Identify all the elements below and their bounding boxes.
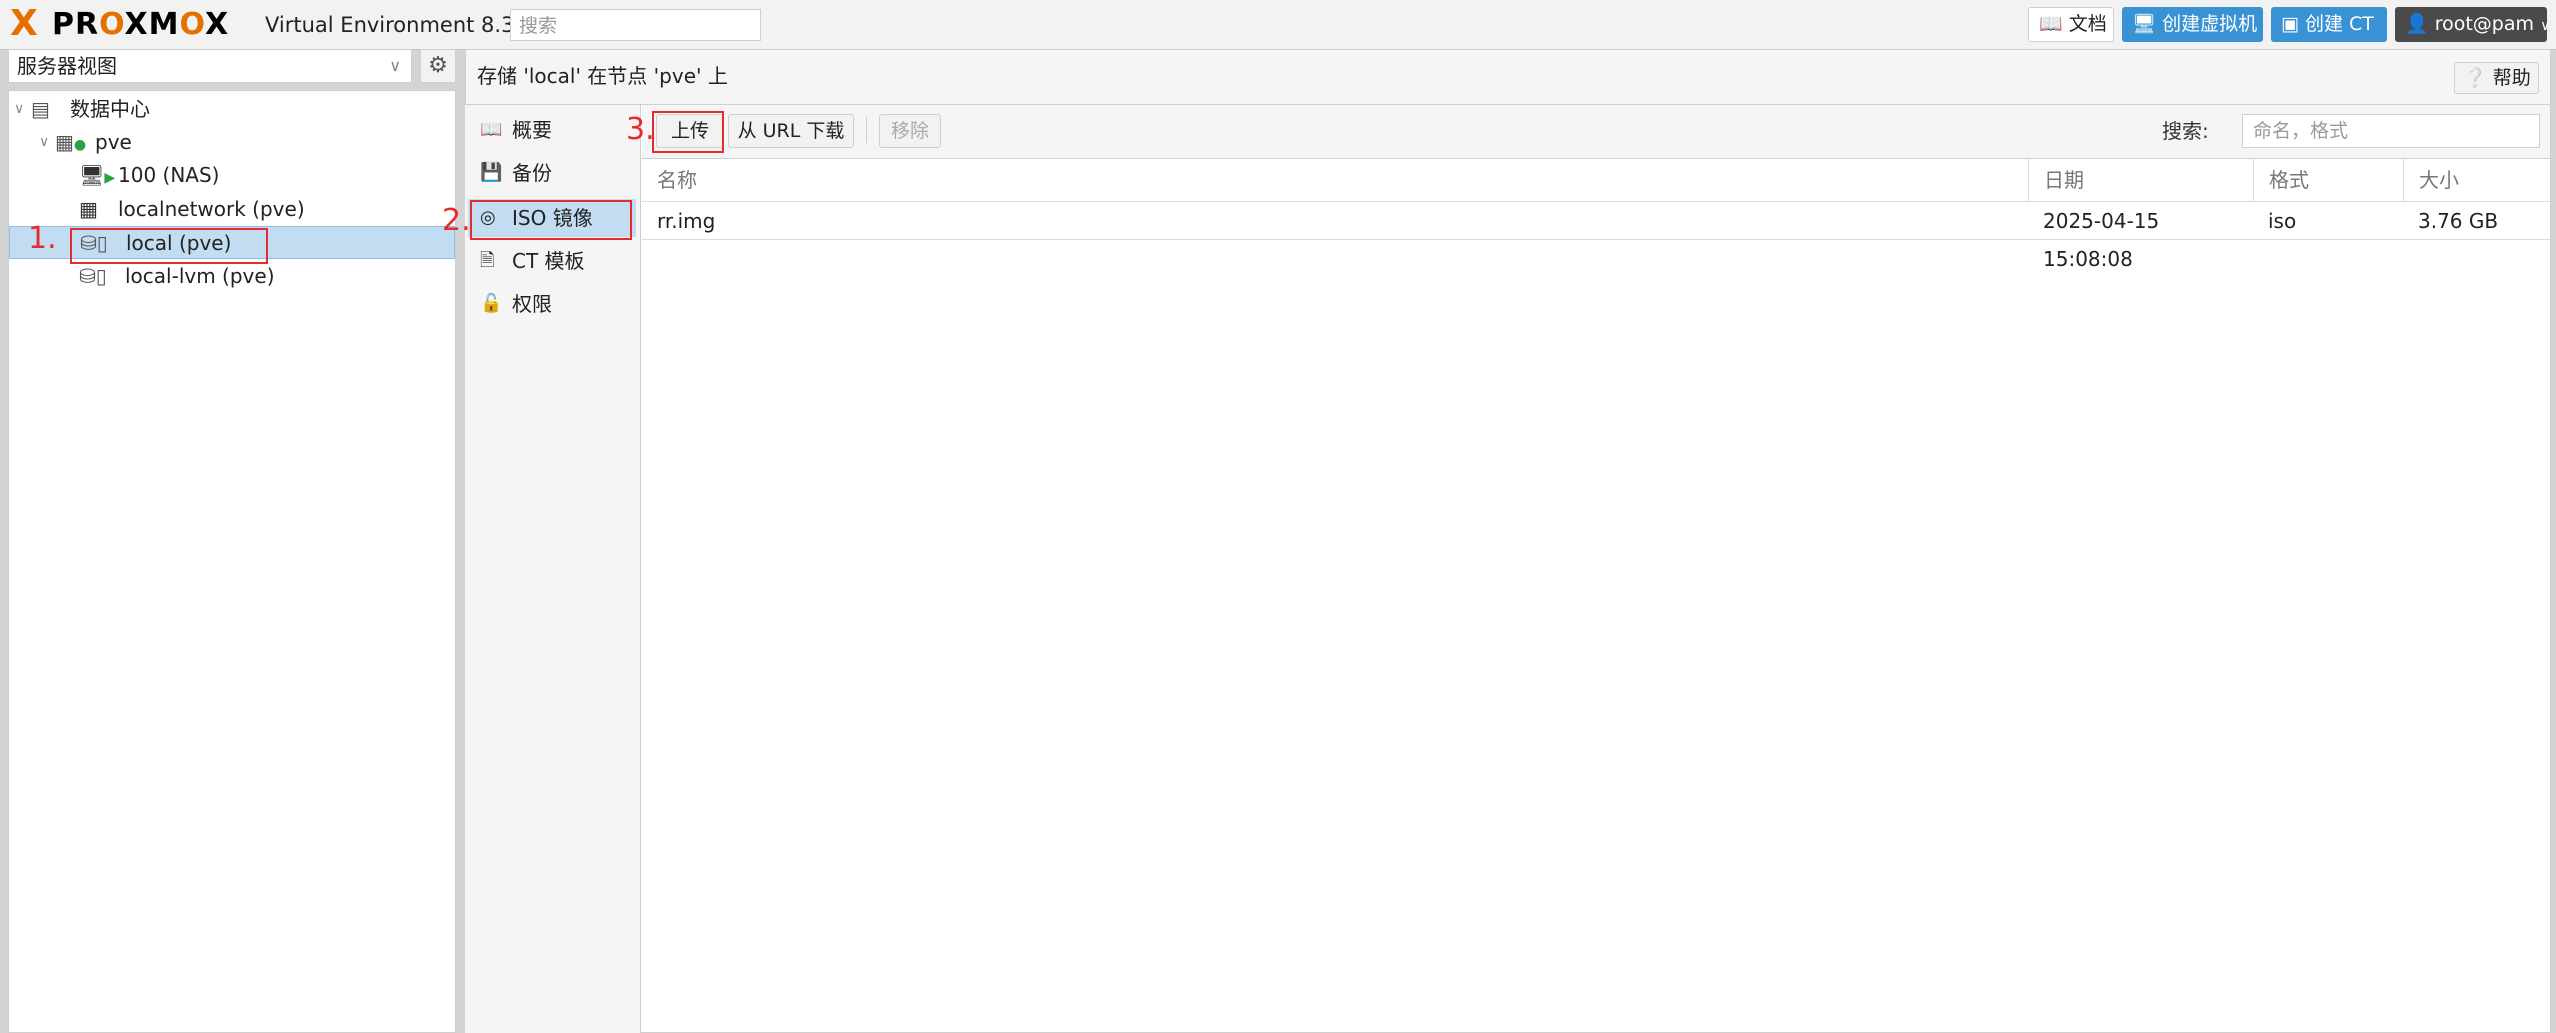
- view-selector[interactable]: 服务器视图 ∨: [8, 49, 412, 83]
- tree-item-localnetwork[interactable]: ▦ localnetwork (pve): [9, 193, 455, 226]
- tree-item-label: pve: [95, 130, 132, 154]
- user-label: root@pam: [2434, 13, 2535, 35]
- annotation-step-1: 1.: [28, 221, 57, 256]
- question-icon: ❔: [2463, 67, 2487, 89]
- nav-label: 概要: [512, 118, 552, 142]
- tree-item-vm-100[interactable]: 🖥▶ 100 (NAS): [9, 159, 455, 192]
- cell-date: 2025-04-15 15:08:08: [2043, 209, 2160, 271]
- tree-item-local-lvm[interactable]: ⛁▯ local-lvm (pve): [9, 260, 455, 293]
- annotation-box-3: [652, 111, 724, 153]
- chevron-down-icon: ∨: [2540, 18, 2551, 34]
- tree-item-label: 100 (NAS): [118, 163, 220, 187]
- cell-size: 3.76 GB: [2418, 209, 2499, 233]
- column-header-size[interactable]: 大小: [2403, 159, 2550, 202]
- version-label: Virtual Environment 8.3.0: [265, 13, 535, 37]
- tree-item-label: 数据中心: [70, 97, 150, 121]
- network-icon: ▦: [79, 197, 98, 221]
- toolbar-separator: [866, 117, 867, 143]
- proxmox-logo-x: X: [10, 3, 38, 44]
- chevron-down-icon: ∨: [39, 134, 50, 150]
- help-label: 帮助: [2492, 67, 2531, 89]
- nav-summary[interactable]: 📖 概要: [468, 111, 636, 149]
- proxmox-logo: PROXMOX: [52, 7, 230, 42]
- help-button[interactable]: ❔ 帮助: [2454, 62, 2539, 94]
- cube-icon: ▣: [2281, 13, 2299, 35]
- storage-icon: ⛁▯: [79, 264, 107, 288]
- book-icon: 📖: [2039, 13, 2063, 35]
- search-label: 搜索:: [2162, 119, 2209, 143]
- template-icon: 🗎: [480, 250, 495, 271]
- gear-icon[interactable]: ⚙: [420, 49, 456, 83]
- cell-name: rr.img: [657, 209, 716, 233]
- annotation-box-1: [70, 228, 268, 264]
- nav-permissions[interactable]: 🔓 权限: [468, 285, 636, 323]
- nav-label: 权限: [512, 292, 552, 316]
- tree-item-label: localnetwork (pve): [118, 197, 305, 221]
- node-online-icon: ▦●: [55, 130, 87, 154]
- column-header-name[interactable]: 名称: [642, 159, 2028, 202]
- nav-label: CT 模板: [512, 249, 585, 273]
- panel-body: [465, 105, 2551, 1033]
- panel-title: 存储 'local' 在节点 'pve' 上: [477, 64, 728, 88]
- annotation-box-2: [470, 200, 632, 240]
- view-selector-label: 服务器视图: [17, 54, 117, 78]
- panel-header: [465, 49, 2551, 105]
- nav-ct-templates[interactable]: 🗎 CT 模板: [468, 242, 636, 280]
- search-input[interactable]: 命名，格式: [2242, 114, 2540, 148]
- docs-button[interactable]: 📖 文档: [2028, 7, 2114, 42]
- datacenter-icon: ▤: [31, 97, 50, 121]
- create-ct-button[interactable]: ▣ 创建 CT: [2271, 7, 2387, 42]
- user-icon: 👤: [2405, 13, 2429, 35]
- tree-item-label: local-lvm (pve): [125, 264, 275, 288]
- chevron-down-icon: ∨: [389, 56, 401, 75]
- vm-running-icon: 🖥▶: [79, 163, 116, 187]
- floppy-icon: 💾: [480, 162, 503, 183]
- user-menu-button[interactable]: 👤 root@pam ∨: [2395, 7, 2551, 42]
- book-icon: 📖: [480, 119, 503, 140]
- create-ct-label: 创建 CT: [2305, 13, 2374, 35]
- download-from-url-button[interactable]: 从 URL 下载: [728, 114, 854, 148]
- cell-format: iso: [2268, 209, 2297, 233]
- docs-label: 文档: [2068, 13, 2107, 35]
- unlock-icon: 🔓: [480, 293, 503, 314]
- global-search-input[interactable]: 搜索: [510, 9, 761, 41]
- nav-backup[interactable]: 💾 备份: [468, 154, 636, 192]
- tree-item-pve[interactable]: ∨ ▦● pve: [9, 126, 455, 159]
- create-vm-button[interactable]: 🖥 创建虚拟机: [2122, 7, 2263, 42]
- annotation-step-3: 3.: [626, 112, 655, 147]
- column-header-format[interactable]: 格式: [2253, 159, 2403, 202]
- tree-item-datacenter[interactable]: ∨ ▤ 数据中心: [9, 93, 455, 126]
- nav-label: 备份: [512, 161, 552, 185]
- monitor-icon: 🖥: [2132, 13, 2157, 35]
- annotation-step-2: 2.: [442, 203, 471, 238]
- create-vm-label: 创建虚拟机: [2162, 13, 2258, 35]
- chevron-down-icon: ∨: [14, 101, 25, 117]
- column-header-date[interactable]: 日期: [2028, 159, 2253, 202]
- remove-button[interactable]: 移除: [879, 114, 941, 148]
